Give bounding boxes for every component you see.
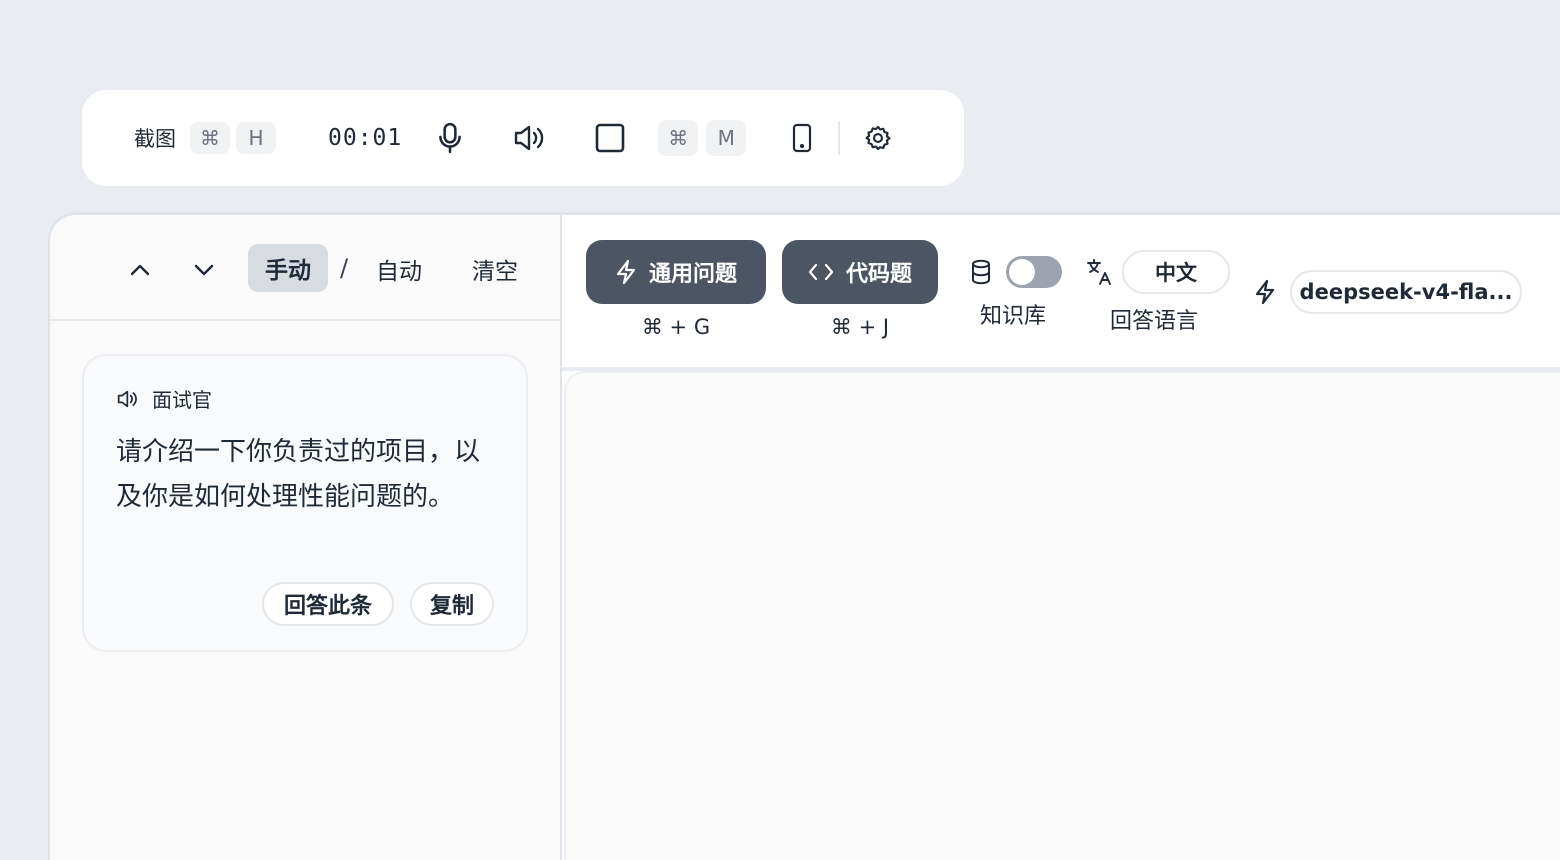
- transcript-text: 请介绍一下你负责过的项目，以及你是如何处理性能问题的。: [116, 437, 481, 512]
- lightning-icon: [1254, 279, 1276, 305]
- transcript-panel: 手动 / 自动 清空 面试官 请介绍一下你负责过的项目，以及你是如何处理性能问题…: [50, 215, 560, 860]
- lightning-icon: [615, 259, 637, 285]
- screenshot-key-cmd: ⌘: [190, 122, 230, 154]
- transcript-header: 手动 / 自动 清空: [50, 215, 560, 321]
- model-select[interactable]: deepseek-v4-fla...: [1290, 270, 1522, 314]
- mode-separator: /: [340, 254, 349, 282]
- knowledge-base-toggle[interactable]: [1006, 256, 1062, 288]
- speaker-icon: [116, 389, 140, 409]
- clear-button[interactable]: 清空: [472, 252, 518, 286]
- code-brackets-icon: [808, 263, 834, 281]
- answer-language-select[interactable]: 中文: [1122, 250, 1230, 294]
- code-question-button[interactable]: 代码题: [782, 240, 938, 304]
- code-question-label: 代码题: [845, 262, 912, 287]
- microphone-icon[interactable]: [430, 118, 470, 158]
- mode-key-cmd: ⌘: [658, 120, 699, 156]
- mode-auto-button[interactable]: 自动: [376, 252, 422, 286]
- gear-icon[interactable]: [858, 118, 898, 158]
- general-question-label: 通用问题: [648, 262, 737, 287]
- translate-icon: [1086, 258, 1112, 286]
- copy-button[interactable]: 复制: [410, 582, 494, 626]
- toggle-knob: [1009, 259, 1035, 285]
- screenshot-key-h: H: [236, 122, 276, 154]
- chevron-down-icon[interactable]: [187, 253, 221, 287]
- chevron-up-icon[interactable]: [123, 253, 157, 287]
- database-icon: [970, 259, 992, 285]
- mode-manual-button[interactable]: 手动: [248, 244, 328, 292]
- speaker-name: 面试官: [152, 388, 212, 412]
- answer-content-area: [564, 371, 1560, 860]
- answer-language-label: 回答语言: [1110, 309, 1199, 334]
- knowledge-base-label: 知识库: [980, 304, 1047, 329]
- toolbar-divider: [838, 121, 841, 155]
- answer-this-button[interactable]: 回答此条: [262, 582, 394, 626]
- screenshot-label: 截图: [134, 127, 176, 151]
- stop-square-icon[interactable]: [590, 118, 630, 158]
- phone-icon[interactable]: [782, 118, 822, 158]
- code-question-shortcut: ⌘ + J: [830, 315, 890, 339]
- card-header: 面试官: [116, 384, 212, 413]
- recording-timer: 00:01: [328, 125, 403, 151]
- transcript-card: 面试官 请介绍一下你负责过的项目，以及你是如何处理性能问题的。 回答此条 复制: [82, 354, 528, 652]
- general-question-shortcut: ⌘ + G: [641, 315, 711, 339]
- answer-panel: 通用问题 ⌘ + G 代码题 ⌘ + J 知识库 中文 回答语言 deepsee…: [562, 215, 1560, 860]
- mode-key-m: M: [706, 120, 747, 156]
- floating-toolbar: 截图 ⌘ H 00:01 ⌘ M: [82, 90, 964, 186]
- speaker-icon[interactable]: [510, 118, 550, 158]
- general-question-button[interactable]: 通用问题: [586, 240, 766, 304]
